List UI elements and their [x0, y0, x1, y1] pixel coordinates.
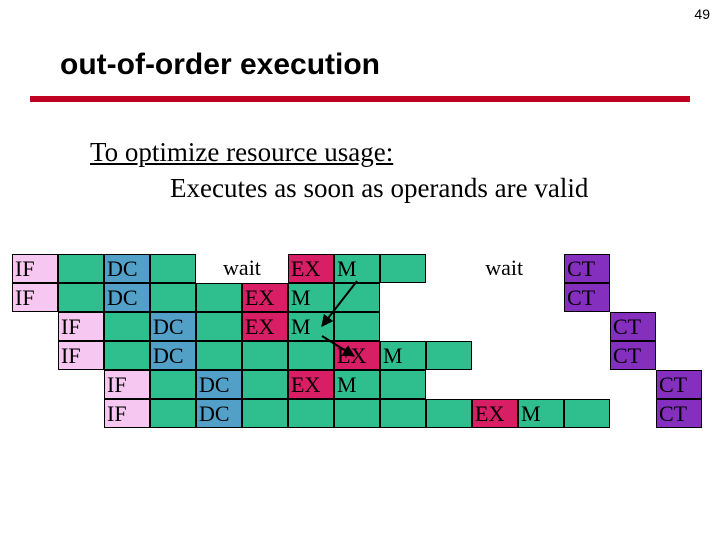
stage-blank — [288, 341, 334, 370]
stage-if: IF — [12, 283, 58, 312]
stage-m: M — [288, 283, 334, 312]
stage-if: IF — [104, 399, 150, 428]
stage-blank — [564, 399, 610, 428]
stage-dc: DC — [104, 254, 150, 283]
stage-ex: EX — [472, 399, 518, 428]
stage-dc: DC — [196, 399, 242, 428]
stage-blank — [150, 399, 196, 428]
stage-m: M — [334, 254, 380, 283]
stage-blank — [426, 341, 472, 370]
stage-blank — [242, 370, 288, 399]
stage-blank — [426, 399, 472, 428]
stage-blank — [104, 341, 150, 370]
stage-blank — [196, 312, 242, 341]
stage-blank — [380, 399, 426, 428]
stage-m: M — [518, 399, 564, 428]
stage-if: IF — [104, 370, 150, 399]
stage-ct: CT — [610, 341, 656, 370]
stage-dc: DC — [104, 283, 150, 312]
stage-ct: CT — [656, 370, 702, 399]
stage-ex: EX — [242, 283, 288, 312]
wait-label: wait — [196, 254, 288, 283]
slide-title: out-of-order execution — [60, 48, 380, 82]
stage-ex: EX — [242, 312, 288, 341]
stage-m: M — [288, 312, 334, 341]
stage-blank — [150, 254, 196, 283]
stage-blank — [150, 370, 196, 399]
stage-blank — [242, 399, 288, 428]
stage-blank — [334, 399, 380, 428]
stage-dc: DC — [196, 370, 242, 399]
stage-ex: EX — [334, 341, 380, 370]
page-number: 49 — [694, 6, 710, 22]
stage-blank — [196, 283, 242, 312]
stage-blank — [288, 399, 334, 428]
stage-dc: DC — [150, 341, 196, 370]
stage-if: IF — [12, 254, 58, 283]
wait-label: wait — [458, 254, 550, 283]
stage-blank — [104, 312, 150, 341]
stage-blank — [380, 254, 426, 283]
stage-blank — [334, 312, 380, 341]
stage-blank — [242, 341, 288, 370]
stage-m: M — [334, 370, 380, 399]
stage-blank — [150, 283, 196, 312]
stage-blank — [334, 283, 380, 312]
body-line-2: Executes as soon as operands are valid — [170, 172, 588, 206]
body-line-1: To optimize resource usage: — [90, 136, 393, 170]
stage-ex: EX — [288, 254, 334, 283]
stage-blank — [58, 254, 104, 283]
stage-blank — [380, 370, 426, 399]
stage-if: IF — [58, 341, 104, 370]
stage-ct: CT — [656, 399, 702, 428]
title-rule — [30, 96, 690, 102]
stage-ct: CT — [610, 312, 656, 341]
stage-ex: EX — [288, 370, 334, 399]
stage-if: IF — [58, 312, 104, 341]
stage-dc: DC — [150, 312, 196, 341]
stage-m: M — [380, 341, 426, 370]
stage-ct: CT — [564, 283, 610, 312]
stage-blank — [58, 283, 104, 312]
stage-ct: CT — [564, 254, 610, 283]
stage-blank — [196, 341, 242, 370]
